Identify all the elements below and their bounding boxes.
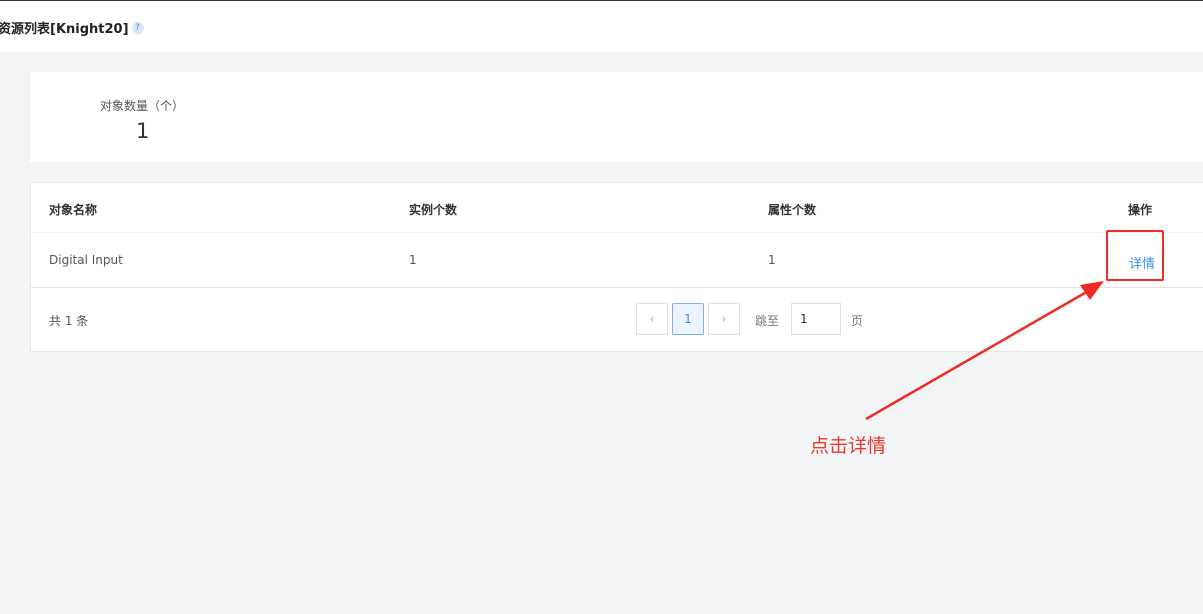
annotation-arrow-icon <box>865 281 1104 421</box>
annotation-text: 点击详情 <box>810 435 887 457</box>
